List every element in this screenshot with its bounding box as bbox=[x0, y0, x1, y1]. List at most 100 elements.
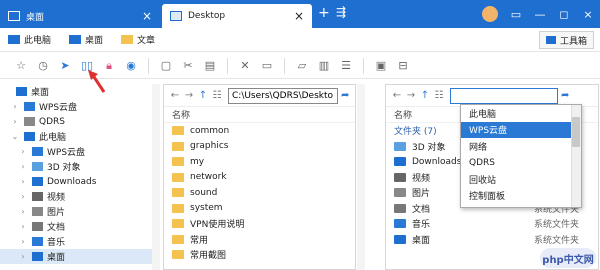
pane1-scrollbar[interactable] bbox=[357, 84, 365, 270]
rename-icon[interactable]: ▭ bbox=[256, 59, 278, 72]
file-row[interactable]: sound bbox=[164, 185, 355, 201]
close-window-icon[interactable]: × bbox=[576, 8, 600, 21]
expand-icon[interactable]: › bbox=[18, 162, 28, 171]
star-icon[interactable]: ☆ bbox=[10, 59, 32, 72]
tree-item[interactable]: › 桌面 bbox=[0, 249, 152, 264]
avatar[interactable] bbox=[482, 6, 498, 22]
dropdown-option[interactable]: 控制面板 bbox=[461, 188, 571, 205]
back-icon[interactable]: ← bbox=[390, 90, 404, 101]
bookmark-articles[interactable]: 文章 bbox=[121, 33, 155, 46]
file-row[interactable]: 常用截图 bbox=[164, 247, 355, 263]
folder-icon bbox=[394, 219, 406, 229]
tree-item[interactable]: › QDRS bbox=[0, 114, 152, 129]
expand-icon[interactable]: › bbox=[18, 147, 28, 156]
folder-icon bbox=[172, 234, 184, 244]
separator bbox=[363, 57, 364, 74]
clock-icon[interactable]: ◷ bbox=[32, 59, 54, 72]
bin-icon[interactable]: ▥ bbox=[313, 59, 335, 72]
file-row[interactable]: VPN使用说明 bbox=[164, 216, 355, 232]
dropdown-option[interactable]: 网络 bbox=[461, 138, 571, 155]
tab-close-icon[interactable]: × bbox=[142, 9, 152, 23]
tree-item[interactable]: › 音乐 bbox=[0, 234, 152, 249]
new-window-icon[interactable]: ⇶ bbox=[336, 5, 346, 19]
expand-icon[interactable]: › bbox=[18, 207, 28, 216]
up-icon[interactable]: ↑ bbox=[196, 90, 210, 101]
minimize-icon[interactable]: — bbox=[528, 8, 552, 21]
share-icon[interactable]: ⊟ bbox=[392, 59, 414, 72]
tree-item-label: 桌面 bbox=[31, 88, 50, 98]
folder-icon bbox=[121, 35, 134, 44]
file-row[interactable]: 桌面 系统文件夹 bbox=[386, 232, 598, 248]
file-row[interactable]: system bbox=[164, 201, 355, 217]
file-name: 常用截图 bbox=[190, 251, 227, 262]
tab-desktop[interactable]: Desktop × bbox=[162, 4, 312, 28]
expand-icon[interactable]: › bbox=[18, 237, 28, 246]
info-icon[interactable]: ▣ bbox=[370, 59, 392, 72]
tree-item[interactable]: › WPS云盘 bbox=[0, 144, 152, 159]
bookmark-desktop[interactable]: 桌面 bbox=[69, 33, 103, 46]
add-tab-icon[interactable]: + bbox=[318, 5, 330, 21]
file-row[interactable]: graphics bbox=[164, 139, 355, 155]
tree-item[interactable]: › WPS云盘 bbox=[0, 99, 152, 114]
go-icon[interactable]: ➦ bbox=[341, 90, 349, 101]
tree-item-label: 视频 bbox=[47, 193, 66, 203]
expand-icon[interactable]: › bbox=[18, 177, 28, 186]
new-folder-icon[interactable]: ▱ bbox=[291, 59, 313, 72]
tab-close-icon[interactable]: × bbox=[294, 9, 304, 23]
location-icon[interactable]: ➤ bbox=[54, 59, 76, 72]
bookmark-this-pc[interactable]: 此电脑 bbox=[8, 33, 51, 46]
forward-icon[interactable]: → bbox=[404, 90, 418, 101]
path-input[interactable] bbox=[450, 87, 558, 104]
up-icon[interactable]: ↑ bbox=[418, 90, 432, 101]
go-icon[interactable]: ➦ bbox=[561, 90, 569, 101]
expand-icon[interactable]: › bbox=[10, 102, 20, 111]
tree-item[interactable]: › 文档 bbox=[0, 219, 152, 234]
file-row[interactable]: 常用 bbox=[164, 232, 355, 248]
tree-item[interactable]: ⌄ 此电脑 bbox=[0, 129, 152, 144]
tree-item[interactable]: › 视频 bbox=[0, 189, 152, 204]
dropdown-option[interactable]: 此电脑 bbox=[461, 105, 571, 122]
history-icon[interactable]: ☷ bbox=[210, 90, 224, 101]
location-dropdown: 此电脑 WPS云盘 网络 QDRS 回收站 控制面板 bbox=[460, 104, 582, 208]
file-row[interactable]: network bbox=[164, 170, 355, 186]
tab-label: 桌面 bbox=[26, 12, 45, 23]
cut-icon[interactable]: ✂ bbox=[177, 59, 199, 72]
expand-icon[interactable]: ⌄ bbox=[10, 132, 20, 141]
dropdown-option[interactable]: 回收站 bbox=[461, 171, 571, 188]
dropdown-scroll-thumb[interactable] bbox=[572, 117, 580, 147]
back-icon[interactable]: ← bbox=[168, 90, 182, 101]
forward-icon[interactable]: → bbox=[182, 90, 196, 101]
dropdown-option[interactable]: QDRS bbox=[461, 155, 571, 172]
toolbox-label: 工具箱 bbox=[559, 36, 587, 47]
tab-desktop-cn[interactable]: 桌面 × bbox=[0, 4, 160, 28]
expand-icon[interactable]: › bbox=[10, 117, 20, 126]
tree-item[interactable]: › Downloads bbox=[0, 174, 152, 189]
file-row[interactable]: my bbox=[164, 154, 355, 170]
delete-icon[interactable]: ✕ bbox=[234, 59, 256, 72]
properties-icon[interactable]: ☰ bbox=[335, 59, 357, 72]
file-row[interactable]: 音乐 系统文件夹 bbox=[386, 216, 598, 232]
path-input[interactable] bbox=[228, 87, 338, 104]
sidebar-scrollbar[interactable] bbox=[152, 84, 160, 270]
maximize-icon[interactable]: ◻ bbox=[552, 8, 576, 21]
folder-icon bbox=[172, 203, 184, 213]
dropdown-option[interactable]: WPS云盘 bbox=[461, 121, 571, 138]
expand-icon[interactable]: › bbox=[18, 222, 28, 231]
tab-label: Desktop bbox=[188, 11, 226, 21]
toolbox-button[interactable]: 工具箱 bbox=[538, 31, 594, 49]
expand-icon[interactable]: › bbox=[18, 252, 28, 261]
tree-item[interactable]: › 3D 对象 bbox=[0, 159, 152, 174]
folder-icon bbox=[172, 219, 184, 229]
tree-item[interactable]: › 图片 bbox=[0, 204, 152, 219]
tree-item[interactable]: 桌面 bbox=[0, 84, 152, 99]
desktop-icon bbox=[69, 35, 82, 44]
history-icon[interactable]: ☷ bbox=[432, 90, 446, 101]
copy-icon[interactable]: ▢ bbox=[155, 59, 177, 72]
expand-icon[interactable]: › bbox=[18, 192, 28, 201]
download-icon bbox=[32, 177, 43, 186]
skin-icon[interactable]: ▭ bbox=[504, 8, 528, 21]
column-header-name[interactable]: 名称 bbox=[164, 107, 355, 123]
eye-icon[interactable]: ◉ bbox=[120, 59, 142, 72]
paste-icon[interactable]: ▤ bbox=[199, 59, 221, 72]
file-row[interactable]: common bbox=[164, 123, 355, 139]
